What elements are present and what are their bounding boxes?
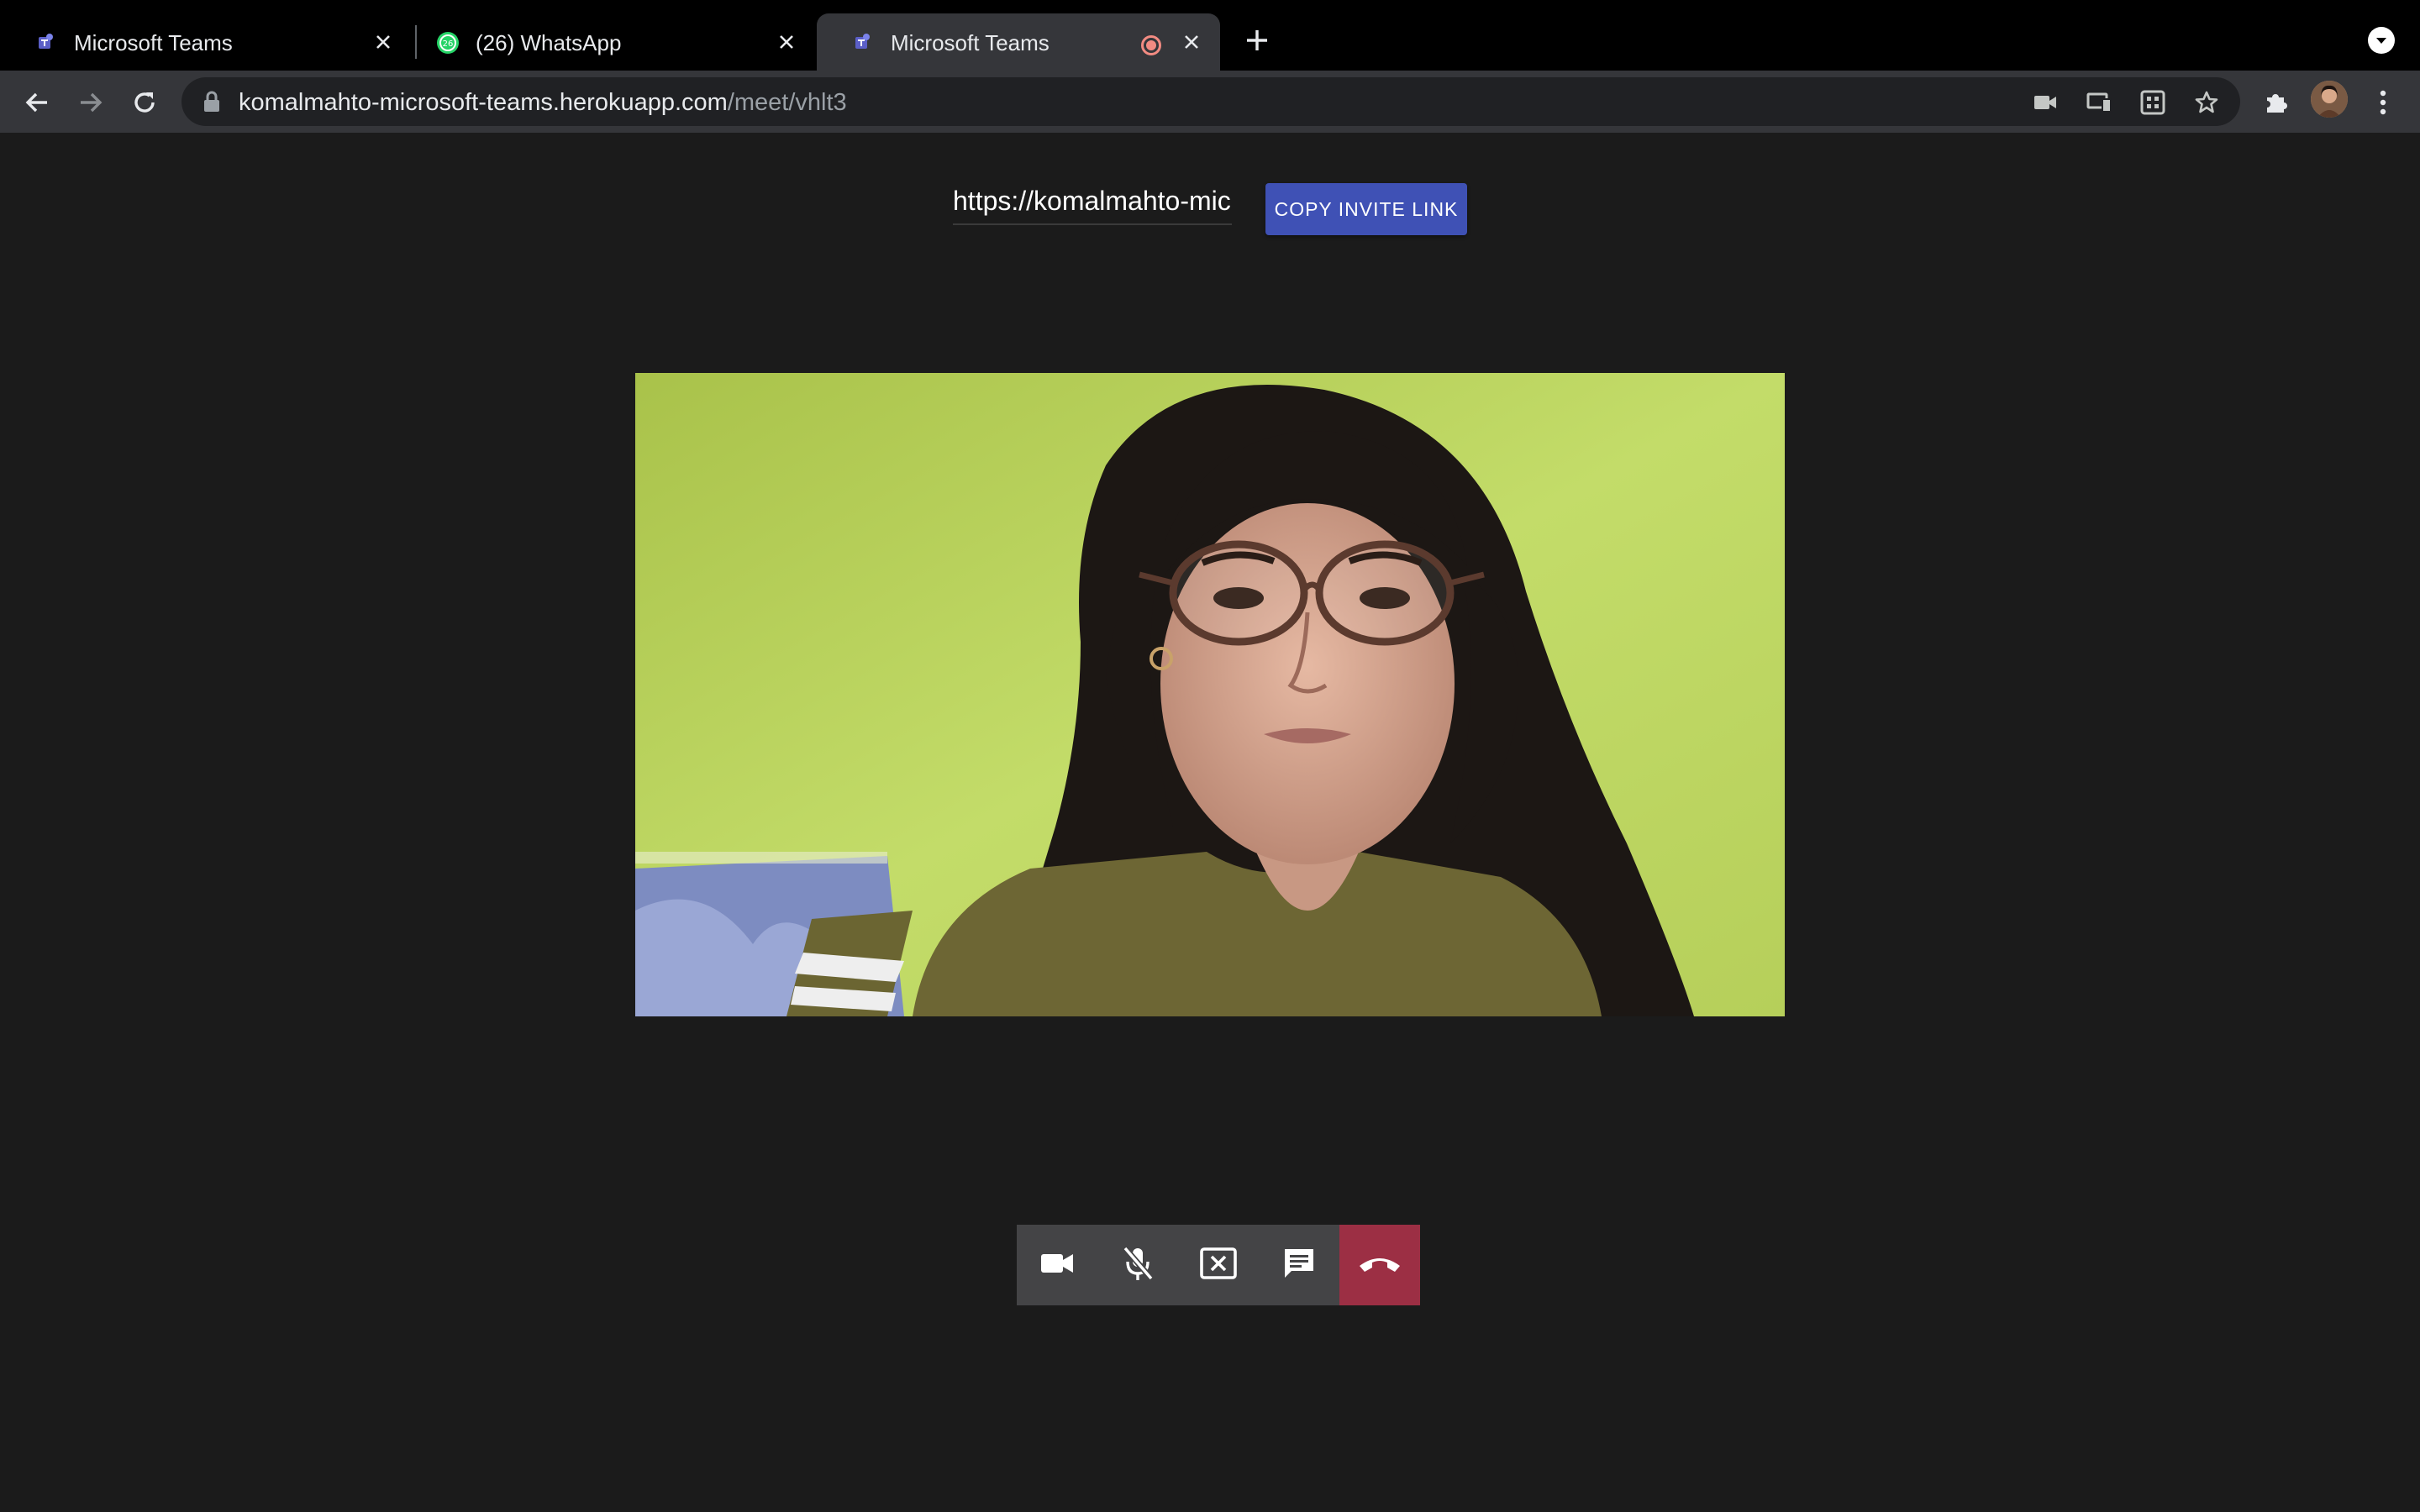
video-camera-icon bbox=[1039, 1251, 1075, 1280]
close-tab-icon[interactable] bbox=[1178, 29, 1205, 55]
toggle-microphone-button[interactable] bbox=[1097, 1225, 1178, 1305]
close-tab-icon[interactable] bbox=[773, 29, 800, 55]
microphone-off-icon bbox=[1121, 1245, 1155, 1286]
teams-icon bbox=[850, 30, 874, 54]
address-bar[interactable]: komalmahto-microsoft-teams.herokuapp.com… bbox=[182, 77, 2240, 126]
recording-indicator-icon bbox=[1141, 35, 1161, 55]
end-call-icon bbox=[1358, 1252, 1402, 1278]
tab-microsoft-teams-1[interactable]: Microsoft Teams bbox=[0, 13, 412, 71]
chat-icon bbox=[1281, 1246, 1317, 1285]
meeting-page: COPY INVITE LINK bbox=[0, 133, 2420, 1512]
extensions-puzzle-icon[interactable] bbox=[2257, 84, 2294, 121]
browser-toolbar: komalmahto-microsoft-teams.herokuapp.com… bbox=[0, 71, 2420, 133]
toggle-camera-button[interactable] bbox=[1017, 1225, 1097, 1305]
end-call-button[interactable] bbox=[1339, 1225, 1420, 1305]
qr-code-icon[interactable] bbox=[2138, 87, 2168, 118]
url-domain: komalmahto-microsoft-teams.herokuapp.com bbox=[239, 89, 728, 116]
url-text: komalmahto-microsoft-teams.herokuapp.com… bbox=[239, 89, 847, 117]
url-path: /meet/vhlt3 bbox=[727, 89, 847, 116]
webcam-person-image bbox=[635, 373, 1785, 1016]
profile-avatar[interactable] bbox=[2311, 81, 2348, 118]
teams-icon bbox=[34, 30, 57, 54]
invite-link-input[interactable] bbox=[953, 178, 1232, 225]
more-options-icon[interactable] bbox=[2365, 84, 2402, 121]
tab-strip: Microsoft Teams 26 (26) WhatsApp Microso… bbox=[0, 0, 2420, 71]
chat-button[interactable] bbox=[1259, 1225, 1339, 1305]
forward-button[interactable] bbox=[72, 84, 109, 121]
new-tab-button[interactable] bbox=[1242, 25, 1272, 55]
tab-title: Microsoft Teams bbox=[891, 30, 1050, 55]
reload-button[interactable] bbox=[126, 84, 163, 121]
whatsapp-icon: 26 bbox=[435, 30, 459, 54]
local-video-feed bbox=[635, 373, 1785, 1016]
cast-icon[interactable] bbox=[2084, 87, 2114, 118]
tab-whatsapp[interactable]: 26 (26) WhatsApp bbox=[403, 13, 815, 71]
camera-in-use-icon[interactable] bbox=[2030, 87, 2060, 118]
tab-title: Microsoft Teams bbox=[74, 30, 233, 55]
call-controls-bar bbox=[1017, 1225, 1420, 1305]
stop-screen-share-button[interactable] bbox=[1178, 1225, 1259, 1305]
close-tab-icon[interactable] bbox=[370, 29, 397, 55]
copy-invite-link-button[interactable]: COPY INVITE LINK bbox=[1265, 183, 1467, 235]
bookmark-star-icon[interactable] bbox=[2191, 87, 2222, 118]
lock-icon[interactable] bbox=[202, 91, 222, 113]
back-button[interactable] bbox=[18, 84, 55, 121]
tab-microsoft-teams-active[interactable]: Microsoft Teams bbox=[817, 13, 1220, 71]
tab-title: (26) WhatsApp bbox=[476, 30, 622, 55]
tab-search-button[interactable] bbox=[2368, 27, 2395, 54]
svg-text:26: 26 bbox=[443, 39, 454, 49]
stop-screen-share-icon bbox=[1199, 1247, 1238, 1284]
